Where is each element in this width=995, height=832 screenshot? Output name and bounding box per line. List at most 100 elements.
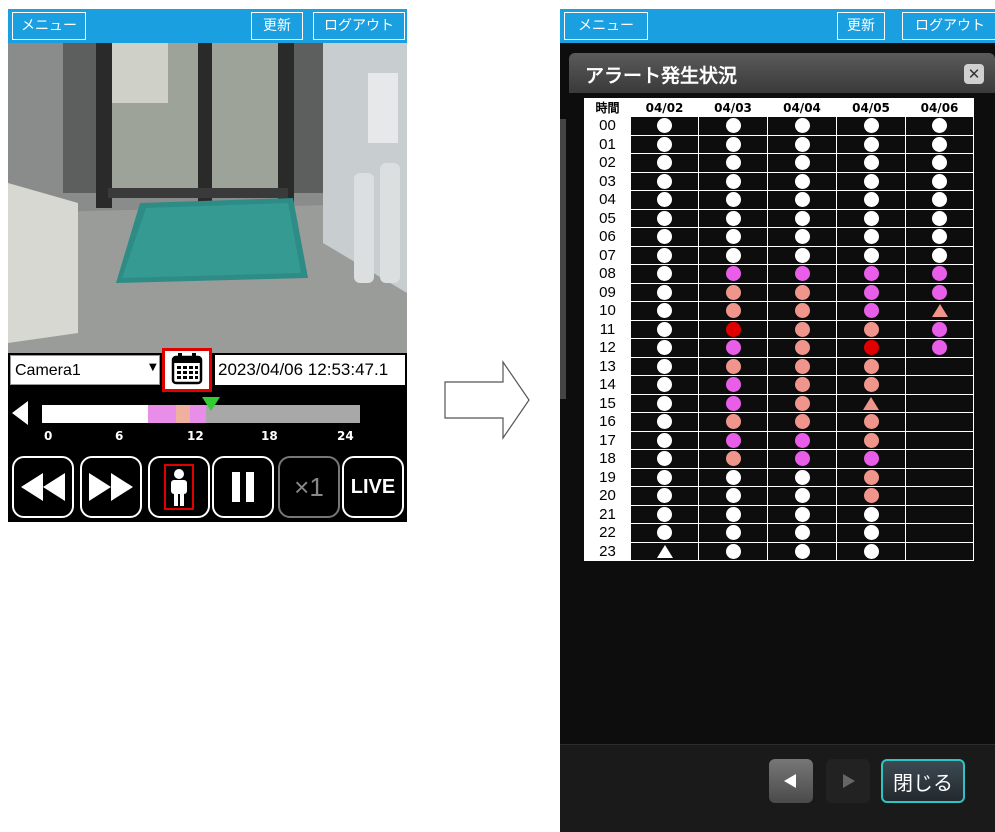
status-cell[interactable] — [767, 116, 837, 136]
status-cell[interactable] — [905, 467, 974, 487]
status-cell[interactable] — [698, 467, 768, 487]
status-cell[interactable] — [905, 319, 974, 339]
status-cell[interactable] — [905, 190, 974, 210]
status-cell[interactable] — [767, 245, 837, 265]
status-cell[interactable] — [630, 116, 699, 136]
status-cell[interactable] — [836, 301, 906, 321]
status-cell[interactable] — [698, 375, 768, 395]
live-button[interactable]: LIVE — [342, 456, 404, 518]
status-cell[interactable] — [905, 153, 974, 173]
status-cell[interactable] — [767, 486, 837, 506]
timeline-position-marker[interactable] — [202, 397, 220, 411]
status-cell[interactable] — [698, 319, 768, 339]
camera-live-view[interactable] — [8, 43, 407, 353]
status-cell[interactable] — [767, 467, 837, 487]
status-cell[interactable] — [698, 338, 768, 358]
status-cell[interactable] — [767, 171, 837, 191]
status-cell[interactable] — [905, 449, 974, 469]
status-cell[interactable] — [836, 523, 906, 543]
status-cell[interactable] — [905, 208, 974, 228]
status-cell[interactable] — [767, 430, 837, 450]
status-cell[interactable] — [905, 356, 974, 376]
status-cell[interactable] — [630, 264, 699, 284]
status-cell[interactable] — [698, 190, 768, 210]
status-cell[interactable] — [698, 393, 768, 413]
status-cell[interactable] — [630, 171, 699, 191]
fast-forward-button[interactable] — [80, 456, 142, 518]
status-cell[interactable] — [698, 171, 768, 191]
status-cell[interactable] — [698, 245, 768, 265]
rewind-button[interactable] — [12, 456, 74, 518]
status-cell[interactable] — [630, 190, 699, 210]
status-cell[interactable] — [698, 412, 768, 432]
status-cell[interactable] — [836, 486, 906, 506]
status-cell[interactable] — [630, 412, 699, 432]
status-cell[interactable] — [698, 486, 768, 506]
status-cell[interactable] — [630, 319, 699, 339]
status-cell[interactable] — [836, 412, 906, 432]
status-cell[interactable] — [905, 245, 974, 265]
status-cell[interactable] — [630, 486, 699, 506]
pause-button[interactable] — [212, 456, 274, 518]
status-cell[interactable] — [630, 245, 699, 265]
status-cell[interactable] — [630, 134, 699, 154]
status-cell[interactable] — [698, 523, 768, 543]
status-cell[interactable] — [767, 227, 837, 247]
status-cell[interactable] — [836, 190, 906, 210]
status-cell[interactable] — [836, 430, 906, 450]
status-cell[interactable] — [836, 153, 906, 173]
status-cell[interactable] — [630, 375, 699, 395]
status-cell[interactable] — [767, 393, 837, 413]
status-cell[interactable] — [836, 245, 906, 265]
status-cell[interactable] — [836, 356, 906, 376]
person-detect-button[interactable] — [148, 456, 210, 518]
status-cell[interactable] — [836, 208, 906, 228]
status-cell[interactable] — [905, 430, 974, 450]
status-cell[interactable] — [836, 227, 906, 247]
status-cell[interactable] — [836, 171, 906, 191]
status-cell[interactable] — [698, 116, 768, 136]
status-cell[interactable] — [836, 134, 906, 154]
status-cell[interactable] — [905, 486, 974, 506]
status-cell[interactable] — [767, 375, 837, 395]
logout-button[interactable]: ログアウト — [902, 12, 995, 40]
status-cell[interactable] — [767, 412, 837, 432]
status-cell[interactable] — [698, 227, 768, 247]
menu-button[interactable]: メニュー — [564, 12, 648, 40]
timeline-back-icon[interactable] — [12, 401, 28, 425]
status-cell[interactable] — [630, 467, 699, 487]
calendar-button[interactable] — [162, 348, 212, 392]
status-cell[interactable] — [698, 264, 768, 284]
status-cell[interactable] — [767, 282, 837, 302]
close-icon[interactable]: ✕ — [964, 64, 984, 84]
camera-select[interactable]: Camera1 ▼ — [10, 355, 160, 385]
status-cell[interactable] — [698, 134, 768, 154]
speed-button[interactable]: ×1 — [278, 456, 340, 518]
status-cell[interactable] — [905, 504, 974, 524]
status-cell[interactable] — [836, 449, 906, 469]
status-cell[interactable] — [767, 208, 837, 228]
status-cell[interactable] — [767, 134, 837, 154]
refresh-button[interactable]: 更新 — [837, 12, 885, 40]
status-cell[interactable] — [905, 282, 974, 302]
close-button[interactable]: 閉じる — [881, 759, 965, 803]
status-cell[interactable] — [630, 153, 699, 173]
status-cell[interactable] — [767, 523, 837, 543]
status-cell[interactable] — [630, 541, 699, 561]
status-cell[interactable] — [767, 301, 837, 321]
status-cell[interactable] — [630, 282, 699, 302]
status-cell[interactable] — [630, 449, 699, 469]
status-cell[interactable] — [836, 338, 906, 358]
next-button[interactable] — [826, 759, 870, 803]
timeline-bar[interactable] — [42, 405, 360, 423]
status-cell[interactable] — [630, 208, 699, 228]
status-cell[interactable] — [698, 504, 768, 524]
status-cell[interactable] — [905, 134, 974, 154]
status-cell[interactable] — [905, 375, 974, 395]
status-cell[interactable] — [836, 264, 906, 284]
status-cell[interactable] — [905, 338, 974, 358]
status-cell[interactable] — [836, 467, 906, 487]
datetime-display[interactable]: 2023/04/06 12:53:47.1 — [215, 355, 405, 385]
status-cell[interactable] — [698, 282, 768, 302]
status-cell[interactable] — [905, 523, 974, 543]
